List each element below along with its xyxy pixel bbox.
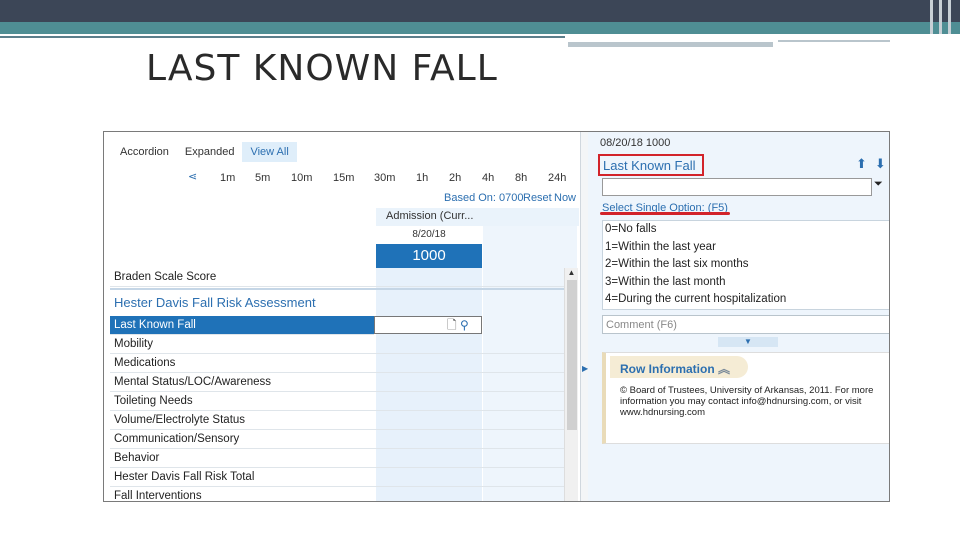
chevron-up-icon: ︽ — [718, 362, 731, 376]
time-8h[interactable]: 8h — [515, 172, 527, 184]
option-list: 0=No falls 1=Within the last year 2=With… — [602, 220, 889, 310]
row-information-panel: Row Information ︽ © Board of Trustees, U… — [602, 352, 889, 444]
now-link[interactable]: Now — [554, 192, 576, 204]
option-item[interactable]: 0=No falls — [603, 221, 889, 239]
slide-rule — [0, 36, 565, 38]
detail-nav: ⬆⬇ — [856, 156, 889, 172]
encounter-column-header[interactable]: Admission (Curr... — [376, 208, 579, 226]
time-2h[interactable]: 2h — [449, 172, 461, 184]
pane-divider[interactable]: ▶ — [580, 132, 588, 501]
red-underline — [600, 212, 730, 215]
column-time[interactable]: 1000 — [376, 244, 482, 268]
row-behavior[interactable]: Behavior — [110, 449, 564, 468]
time-15m[interactable]: 15m — [333, 172, 354, 184]
row-toileting-needs[interactable]: Toileting Needs — [110, 392, 564, 411]
time-5m[interactable]: 5m — [255, 172, 270, 184]
flowsheet-grid: Accordion Expanded View All ⋖ 1m 5m 10m … — [104, 132, 580, 501]
detail-datetime: 08/20/18 1000 — [600, 137, 671, 149]
filter-icon[interactable]: ⏷ — [874, 178, 883, 191]
row-information-label: Row Information — [620, 362, 715, 376]
row-braden-scale[interactable]: Braden Scale Score — [110, 268, 564, 287]
slide-decor-bar — [948, 0, 951, 34]
slide-title: LAST KNOWN FALL — [146, 48, 498, 89]
time-4h[interactable]: 4h — [482, 172, 494, 184]
option-item[interactable]: 2=Within the last six months — [603, 256, 889, 274]
reset-link[interactable]: Reset — [523, 192, 552, 204]
row-fall-risk-total[interactable]: Hester Davis Fall Risk Total — [110, 468, 564, 487]
arrow-down-icon[interactable]: ⬇ — [875, 156, 889, 171]
tab-accordion[interactable]: Accordion — [112, 142, 177, 162]
time-1h[interactable]: 1h — [416, 172, 428, 184]
time-30m[interactable]: 30m — [374, 172, 395, 184]
slide-decor-bar — [939, 0, 942, 34]
time-10m[interactable]: 10m — [291, 172, 312, 184]
row-information-text: © Board of Trustees, University of Arkan… — [620, 385, 874, 418]
time-1m[interactable]: 1m — [220, 172, 235, 184]
row-mobility[interactable]: Mobility — [110, 335, 564, 354]
scroll-thumb[interactable] — [567, 280, 577, 430]
scroll-up-icon[interactable]: ▲ — [565, 268, 578, 277]
slide-decor-bar — [930, 0, 933, 34]
row-mental-status[interactable]: Mental Status/LOC/Awareness — [110, 373, 564, 392]
detail-value-input[interactable] — [602, 178, 872, 196]
arrow-up-icon[interactable]: ⬆ — [856, 156, 875, 171]
slide-rule — [778, 40, 890, 42]
tab-view-all[interactable]: View All — [242, 142, 297, 162]
option-item[interactable]: 3=Within the last month — [603, 274, 889, 292]
column-date: 8/20/18 — [412, 229, 446, 240]
row-communication-sensory[interactable]: Communication/Sensory — [110, 430, 564, 449]
slide-accent-band — [0, 22, 960, 34]
emr-screenshot: Accordion Expanded View All ⋖ 1m 5m 10m … — [103, 131, 890, 502]
comment-field[interactable]: Comment (F6) — [602, 315, 889, 334]
row-fall-interventions[interactable]: Fall Interventions — [110, 487, 564, 501]
tab-expanded[interactable]: Expanded — [177, 142, 243, 162]
search-icon[interactable]: ⚲ — [460, 318, 469, 332]
cell-icons: 🗋 ⚲ — [447, 316, 469, 337]
detail-pane: 08/20/18 1000 Last Known Fall ⬆⬇ ⏷ Selec… — [588, 132, 889, 501]
slide-top-bar — [0, 0, 960, 22]
time-24h[interactable]: 24h — [548, 172, 566, 184]
row-last-known-fall[interactable]: Last Known Fall — [110, 316, 374, 335]
branch-icon[interactable]: ⋖ — [188, 170, 197, 183]
document-icon[interactable]: 🗋 — [447, 318, 457, 332]
based-on-link[interactable]: Based On: 0700 — [444, 192, 524, 204]
vertical-scrollbar[interactable]: ▲ — [564, 268, 578, 501]
row-information-toggle[interactable]: Row Information ︽ — [610, 356, 748, 378]
view-tabs: Accordion Expanded View All — [112, 142, 297, 162]
section-hester-davis[interactable]: Hester Davis Fall Risk Assessment — [110, 288, 564, 312]
slide-rule — [568, 42, 773, 47]
detail-title: Last Known Fall — [598, 154, 704, 176]
collapse-handle[interactable]: ▼ — [718, 337, 778, 347]
option-item[interactable]: 1=Within the last year — [603, 239, 889, 257]
row-volume-electrolyte[interactable]: Volume/Electrolyte Status — [110, 411, 564, 430]
row-medications[interactable]: Medications — [110, 354, 564, 373]
option-item[interactable]: 4=During the current hospitalization — [603, 291, 889, 309]
